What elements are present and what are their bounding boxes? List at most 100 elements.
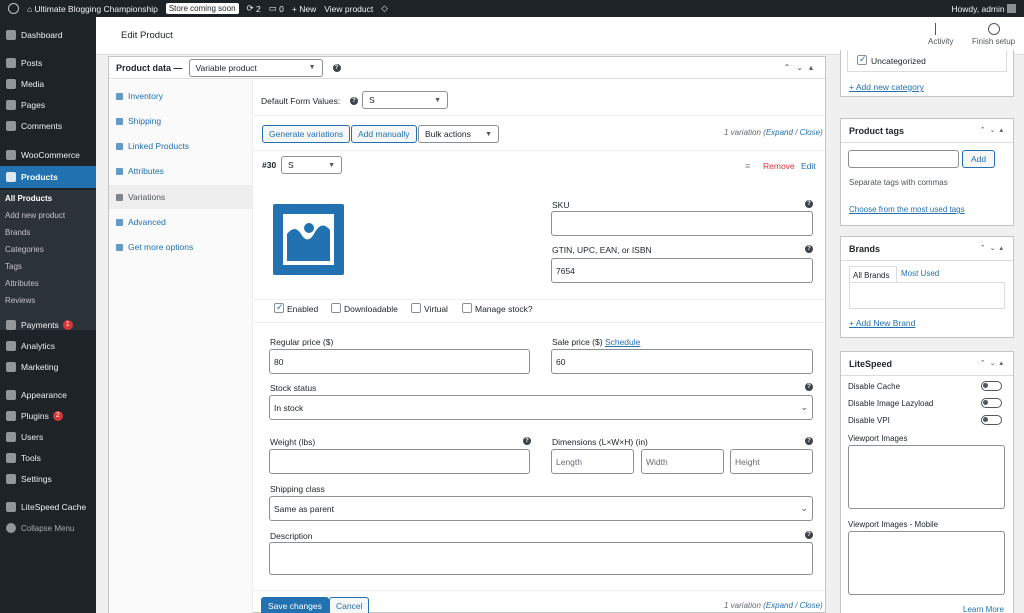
- new-content-link[interactable]: + New: [292, 4, 316, 14]
- sidebar-item-comments[interactable]: Comments: [0, 117, 96, 135]
- product-data-tabs: Inventory Shipping Linked Products Attri…: [109, 80, 253, 613]
- sku-input[interactable]: [551, 211, 813, 236]
- tab-inventory[interactable]: Inventory: [109, 84, 253, 108]
- sidebar-item-settings[interactable]: Settings: [0, 470, 96, 488]
- submenu-brands[interactable]: Brands: [5, 228, 30, 237]
- description-textarea[interactable]: [269, 542, 813, 575]
- close-link[interactable]: Close: [800, 601, 820, 610]
- product-type-select[interactable]: Variable product ▼: [188, 58, 323, 77]
- howdy-link[interactable]: Howdy, admin: [951, 4, 1016, 14]
- enabled-label: Enabled: [287, 304, 319, 314]
- close-link[interactable]: Close: [800, 128, 820, 137]
- sidebar-item-litespeed[interactable]: LiteSpeed Cache: [0, 498, 96, 516]
- updates-count: 2: [256, 3, 261, 14]
- tab-linked-products[interactable]: Linked Products: [109, 134, 253, 158]
- submenu-add-new-product[interactable]: Add new product: [5, 211, 65, 220]
- disable-vpi-toggle[interactable]: [981, 415, 1002, 425]
- cancel-button[interactable]: Cancel: [329, 597, 370, 613]
- sidebar-collapse-menu[interactable]: Collapse Menu: [0, 519, 96, 537]
- regular-price-input[interactable]: 80: [269, 349, 530, 374]
- finish-setup-button[interactable]: Finish setup: [972, 23, 1015, 46]
- store-badge[interactable]: Store coming soon: [165, 3, 239, 14]
- view-product-link[interactable]: View product: [324, 4, 373, 14]
- learn-more-link[interactable]: Learn More: [963, 605, 1004, 613]
- sidebar-item-tools[interactable]: Tools: [0, 449, 96, 467]
- sidebar-item-posts[interactable]: Posts: [0, 54, 96, 72]
- viewport-images-textarea[interactable]: [848, 445, 1005, 509]
- add-tag-button[interactable]: Add: [962, 150, 996, 168]
- choose-tags-link[interactable]: Choose from the most used tags: [849, 205, 965, 214]
- add-brand-link[interactable]: + Add New Brand: [849, 318, 915, 328]
- comments-link[interactable]: ▭ 0: [269, 3, 284, 14]
- weight-input[interactable]: [269, 449, 530, 474]
- diamond-icon[interactable]: ◇: [381, 3, 388, 14]
- site-name-link[interactable]: ⌂ Ultimate Blogging Championship: [27, 4, 158, 14]
- wordpress-logo-icon[interactable]: [8, 3, 19, 14]
- save-changes-button[interactable]: Save changes: [261, 597, 329, 613]
- sidebar-item-products[interactable]: Products: [0, 166, 96, 188]
- stock-status-value: In stock: [274, 402, 304, 413]
- sidebar-item-woocommerce[interactable]: WooCommerce: [0, 146, 96, 164]
- generate-variations-button[interactable]: Generate variations: [262, 125, 351, 143]
- disable-cache-toggle[interactable]: [981, 381, 1002, 391]
- expand-link[interactable]: Expand: [766, 128, 793, 137]
- variation-image-placeholder[interactable]: [273, 204, 344, 275]
- manage-stock-checkbox[interactable]: [462, 303, 472, 313]
- sidebar-item-dashboard[interactable]: Dashboard: [0, 26, 96, 44]
- tab-variations[interactable]: Variations: [109, 185, 253, 209]
- variation-size-select[interactable]: S ▼: [281, 156, 342, 174]
- tab-get-more-options[interactable]: Get more options: [109, 235, 253, 259]
- link-icon: [116, 142, 123, 150]
- tab-advanced[interactable]: Advanced: [109, 210, 253, 234]
- sidebar-item-analytics[interactable]: Analytics: [0, 337, 96, 355]
- updates-link[interactable]: ⟳ 2: [247, 3, 261, 14]
- sidebar-item-plugins[interactable]: Plugins 2: [0, 407, 96, 425]
- submenu-reviews[interactable]: Reviews: [5, 296, 35, 305]
- stock-status-select[interactable]: In stock ⌄: [269, 395, 813, 420]
- box-arrows[interactable]: ⌃⌄▴: [980, 359, 1007, 367]
- tag-input[interactable]: [848, 150, 959, 168]
- length-input[interactable]: Length: [551, 449, 634, 474]
- plus-icon: +: [291, 3, 297, 14]
- sidebar-item-appearance[interactable]: Appearance: [0, 386, 96, 404]
- default-size-select[interactable]: S ▼: [362, 91, 448, 109]
- submenu-tags[interactable]: Tags: [5, 262, 22, 271]
- expand-link[interactable]: Expand: [766, 601, 793, 610]
- panel-arrows[interactable]: ⌃⌄▴: [784, 63, 819, 72]
- uncategorized-checkbox[interactable]: [857, 54, 867, 65]
- height-input[interactable]: Height: [730, 449, 813, 474]
- sidebar-item-pages[interactable]: Pages: [0, 96, 96, 114]
- drag-handle-icon[interactable]: ≡: [745, 161, 750, 171]
- tab-attributes[interactable]: Attributes: [109, 159, 253, 183]
- width-input[interactable]: Width: [641, 449, 724, 474]
- schedule-link[interactable]: Schedule: [605, 337, 640, 347]
- sidebar-item-payments[interactable]: Payments 1: [0, 316, 96, 334]
- gtin-input[interactable]: 7654: [551, 258, 813, 283]
- shipping-class-select[interactable]: Same as parent ⌄: [269, 496, 813, 521]
- activity-button[interactable]: Activity: [928, 23, 953, 46]
- edit-variation-link[interactable]: Edit: [801, 161, 816, 171]
- sidebar-item-media[interactable]: Media: [0, 75, 96, 93]
- box-arrows[interactable]: ⌃⌄▴: [980, 126, 1007, 134]
- variation-size-value: S: [288, 160, 294, 170]
- sidebar-item-users[interactable]: Users: [0, 428, 96, 446]
- bulk-actions-select[interactable]: Bulk actions ▼: [418, 125, 499, 143]
- sidebar-item-marketing[interactable]: Marketing: [0, 358, 96, 376]
- submenu-all-products[interactable]: All Products: [5, 194, 52, 203]
- remove-variation-link[interactable]: Remove: [763, 161, 795, 171]
- chevron-down-icon: ▼: [308, 64, 316, 71]
- add-manually-button[interactable]: Add manually: [351, 125, 417, 143]
- submenu-categories[interactable]: Categories: [5, 245, 44, 254]
- box-arrows[interactable]: ⌃⌄▴: [980, 244, 1007, 252]
- tab-shipping[interactable]: Shipping: [109, 109, 253, 133]
- downloadable-checkbox[interactable]: [331, 303, 341, 313]
- viewport-images-mobile-textarea[interactable]: [848, 531, 1005, 595]
- disable-lazyload-toggle[interactable]: [981, 398, 1002, 408]
- virtual-checkbox[interactable]: [411, 303, 421, 313]
- tab-most-used[interactable]: Most Used: [901, 269, 939, 278]
- add-category-link[interactable]: + Add new category: [849, 82, 924, 92]
- tab-all-brands[interactable]: All Brands: [849, 266, 897, 282]
- submenu-attributes[interactable]: Attributes: [5, 279, 39, 288]
- enabled-checkbox[interactable]: [274, 302, 284, 313]
- sale-price-input[interactable]: 60: [551, 349, 813, 374]
